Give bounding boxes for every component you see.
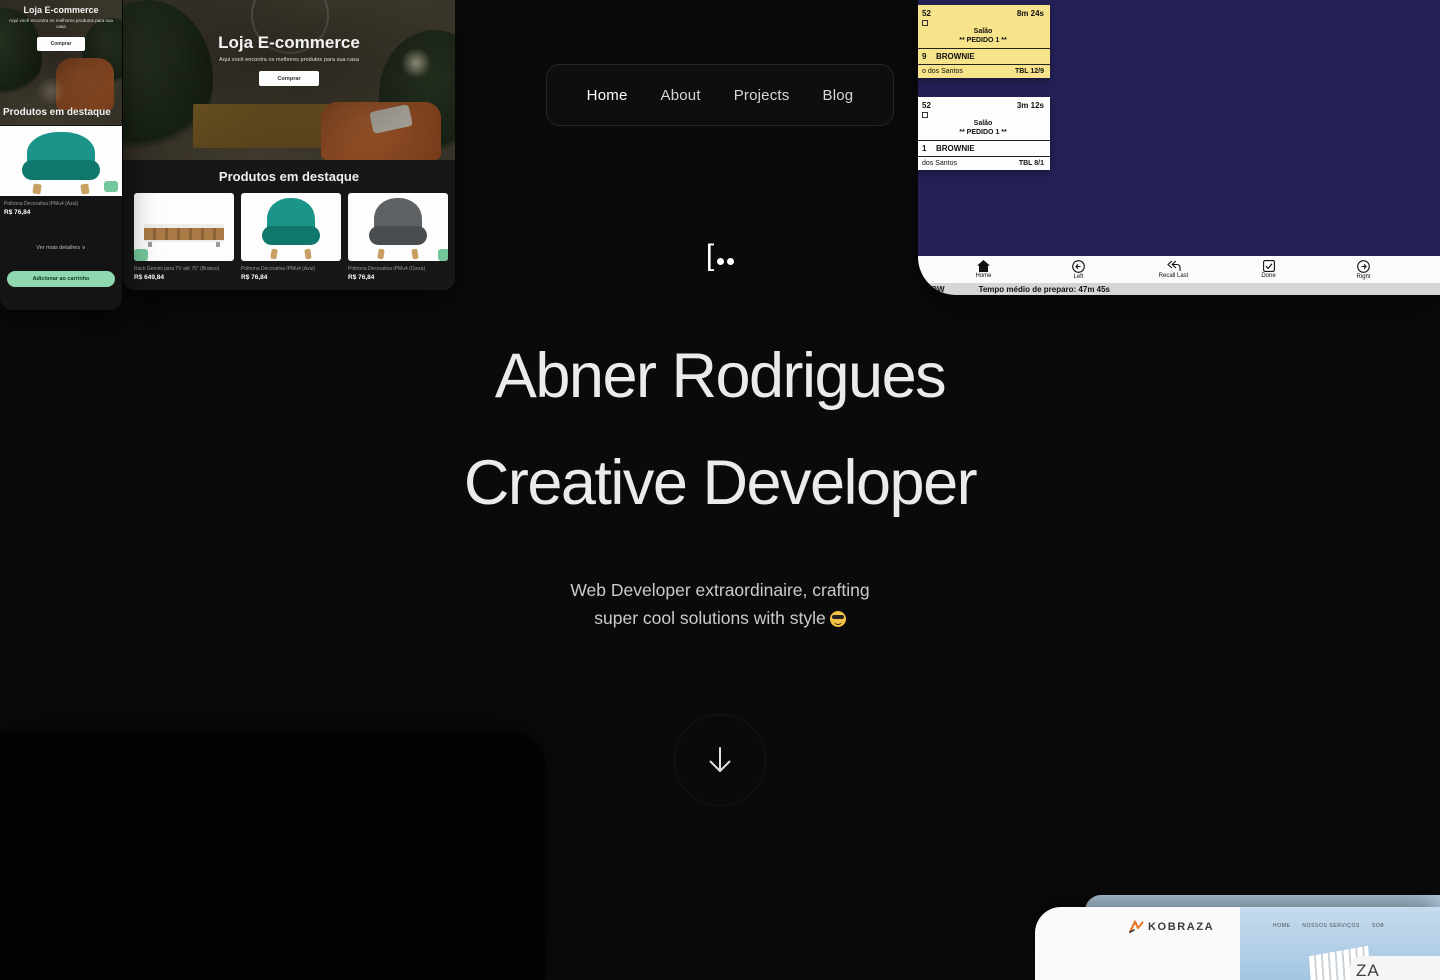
item-name: BROWNIE [936,52,975,61]
kobraza-swoosh-icon [1128,919,1144,934]
kds-right-button: Right [1316,260,1411,280]
logo-dot [727,258,734,265]
product-price: R$ 76,84 [241,274,341,281]
product-image-gray-armchair [348,193,448,261]
product-card: Poltrona Decorativa IPMu4 (Azul) R$ 76,8… [241,193,341,281]
order-area: Salão [922,119,1044,128]
featured-products-title: Produtos em destaque [3,107,111,118]
kobraza-nav: HOME NOSSOS SERVIÇOS SOB [1273,923,1384,929]
order-timer: 8m 24s [1017,9,1044,18]
kobraza-partial-heading: ZA [1350,956,1440,980]
kobraza-nav-services: NOSSOS SERVIÇOS [1302,923,1360,929]
arrow-left-circle-icon [1072,260,1085,273]
order-timer: 3m 12s [1017,101,1044,110]
home-icon [977,260,990,272]
kds-home-button: Home [936,260,1031,279]
product-name: Poltrona Decorativa IPMu4 (Azul) [241,266,341,272]
project-card-leonardo-nutrition[interactable]: Você pode ter uma vida saudável, e equil… [0,733,545,980]
shop-title: Loja E-commerce [0,5,122,15]
customer-name: dos Santos [922,160,957,167]
product-image-teal-armchair [241,193,341,261]
shop-title: Loja E-commerce [123,33,455,53]
featured-products-section: Produtos em destaque Rack Gemini para TV… [123,160,455,290]
shop-subtitle: Aqui você encontra os melhores produtos … [123,57,455,63]
item-qty: 1 [922,144,936,153]
arrow-down-icon [707,746,733,774]
order-number: 52 [922,101,931,110]
nav-home[interactable]: Home [587,87,628,104]
hero-title-name: Abner Rodrigues [0,340,1440,412]
avg-prep-time: Tempo médio de preparo: 47m 45s [979,285,1110,294]
order-area: Salão [922,27,1044,36]
order-ticket: 52 8m 24s Salão ** PEDIDO 1 ** 9BROWNIE … [918,5,1050,78]
kds-bump-button: Bump [1411,260,1440,280]
ecommerce-mobile-copy: Loja E-commerce Aqui você encontra os me… [0,5,122,51]
more-details-link: Ver mais detalhes ∨ [0,245,122,251]
kobraza-nav-sob: SOB [1372,923,1384,929]
kds-status-bar: DOW Tempo médio de preparo: 47m 45s [918,283,1440,295]
table-number: TBL 12/9 [1015,68,1044,75]
product-name: Rack Gemini para TV até 75" (Branco) [134,266,234,272]
nav-blog[interactable]: Blog [822,87,853,104]
table-number: TBL 8/1 [1019,160,1044,167]
kobraza-logo: KOBRAZA [1128,919,1214,934]
add-button-icon [134,249,148,261]
portfolio-landing: Loja E-commerce Aqui você encontra os me… [0,0,1440,980]
kds-done-button: Done [1221,260,1316,279]
logo-dot [717,258,724,265]
project-shot-ecommerce-desktop[interactable]: Loja E-commerce Aqui você encontra os me… [123,0,455,290]
kds-recall-last-button: Recall Last [1126,260,1221,279]
product-price: R$ 649,84 [134,274,234,281]
nav-projects[interactable]: Projects [734,87,790,104]
featured-products-title: Produtos em destaque [123,169,455,184]
recall-icon [1166,260,1181,272]
sunglasses-emoji: 😎 [830,611,846,627]
item-qty: 9 [922,52,936,61]
done-checkbox-icon [1263,260,1275,272]
order-label: ** PEDIDO 1 ** [922,36,1044,45]
add-to-cart-button: Adicionar ao carrinho [7,271,115,287]
ecommerce-desktop-hero: Loja E-commerce Aqui você encontra os me… [123,0,455,160]
arrow-right-circle-icon [1357,260,1370,273]
product-price: R$ 76,84 [4,209,30,216]
product-price: R$ 76,84 [348,274,448,281]
kobraza-nav-home: HOME [1273,923,1290,929]
ticket-checkbox [922,20,928,26]
order-label: ** PEDIDO 1 ** [922,128,1044,137]
order-ticket: 52 3m 12s Salão ** PEDIDO 1 ** 1BROWNIE … [918,97,1050,170]
hero-subtitle-line1: Web Developer extraordinaire, crafting [0,580,1440,601]
nav-about[interactable]: About [660,87,700,104]
project-shot-kds[interactable]: 52 8m 24s Salão ** PEDIDO 1 ** 9BROWNIE … [918,0,1440,295]
item-name: BROWNIE [936,144,975,153]
kds-toolbar: Home Left Recall Last Done Right Bump [918,256,1440,283]
scroll-down-button[interactable] [674,714,766,806]
add-button-icon [104,181,118,192]
ecommerce-desktop-copy: Loja E-commerce Aqui você encontra os me… [123,33,455,86]
product-card: Rack Gemini para TV até 75" (Branco) R$ … [134,193,234,281]
product-card: Poltrona Decorativa IPMu4 (Cinza) R$ 76,… [348,193,448,281]
buy-button: Comprar [259,71,318,86]
product-name: Poltrona Decorativa IPMu4 (Azul) [4,201,78,207]
station-label: DOW [925,285,945,294]
ticket-checkbox [922,112,928,118]
customer-name: o dos Santos [922,68,963,75]
product-image-tv-rack [134,193,234,261]
main-nav: Home About Projects Blog [546,64,894,126]
add-button-icon [438,249,448,261]
order-number: 52 [922,9,931,18]
kobraza-brand-text: KOBRAZA [1148,921,1214,933]
shop-subtitle: Aqui você encontra os melhores produtos … [0,18,122,30]
hero-subtitle-line2: super cool solutions with style😎 [0,608,1440,629]
logo-bracket: [ [706,241,714,271]
hero-title-role: Creative Developer [0,447,1440,519]
project-shot-kobraza[interactable]: KOBRAZA HOME NOSSOS SERVIÇOS SOB ZA [1035,907,1440,980]
buy-button: Comprar [37,37,86,51]
product-name: Poltrona Decorativa IPMu4 (Cinza) [348,266,448,272]
project-shot-ecommerce-mobile[interactable]: Loja E-commerce Aqui você encontra os me… [0,0,122,310]
kds-left-button: Left [1031,260,1126,280]
product-image-teal-armchair [0,126,122,196]
